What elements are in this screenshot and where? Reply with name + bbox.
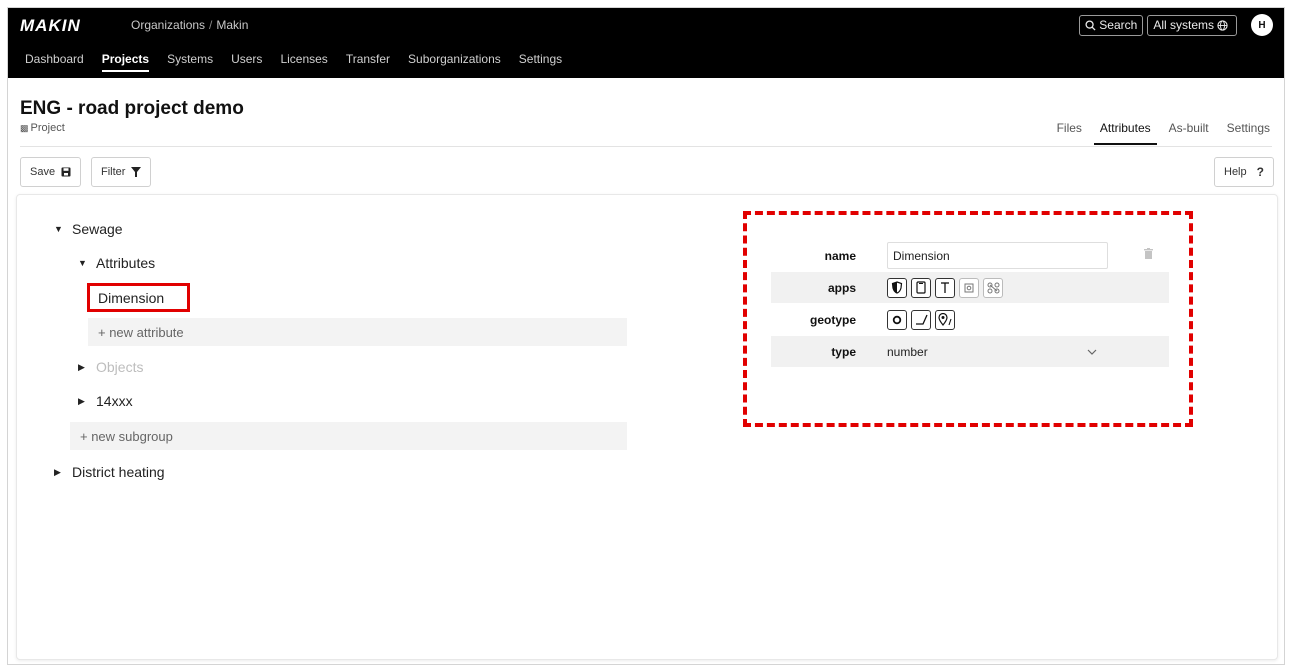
map-pin-icon bbox=[938, 313, 952, 326]
nav-licenses[interactable]: Licenses bbox=[280, 52, 327, 72]
svg-text:MAKIN: MAKIN bbox=[20, 16, 81, 34]
floppy-disk-icon bbox=[61, 167, 71, 177]
page-title: ENG - road project demo bbox=[20, 98, 244, 119]
top-bar: MAKIN Organizations / Makin Dashboard Proj… bbox=[8, 8, 1284, 78]
app-drone-toggle[interactable] bbox=[983, 277, 1003, 298]
help-label: Help bbox=[1224, 166, 1247, 178]
help-button[interactable]: Help ? bbox=[1214, 157, 1274, 187]
filter-button[interactable]: Filter bbox=[91, 157, 152, 187]
line-icon bbox=[915, 314, 928, 325]
nav-systems[interactable]: Systems bbox=[167, 52, 213, 72]
scanner-icon bbox=[964, 283, 974, 292]
question-icon: ? bbox=[1256, 165, 1264, 179]
tree-item-objects[interactable]: ▶ Objects bbox=[78, 359, 143, 375]
property-row-apps: apps bbox=[771, 272, 1169, 303]
breadcrumb-organizations[interactable]: Organizations bbox=[131, 18, 205, 32]
search-button[interactable]: Search bbox=[1079, 14, 1144, 36]
new-attribute-button[interactable]: + new attribute bbox=[88, 318, 627, 346]
name-input[interactable] bbox=[887, 242, 1108, 269]
search-icon bbox=[1085, 19, 1096, 31]
page-subtitle: ▩ Project bbox=[20, 122, 65, 134]
save-button[interactable]: Save bbox=[20, 157, 82, 187]
page-tabs: Files Attributes As-built Settings bbox=[1039, 121, 1270, 145]
nav-transfer[interactable]: Transfer bbox=[346, 52, 390, 72]
geotype-location-toggle[interactable] bbox=[935, 309, 955, 330]
tree-label-14xxx: 14xxx bbox=[96, 393, 133, 409]
app-window: MAKIN Organizations / Makin Dashboard Proj… bbox=[7, 7, 1285, 665]
nav-dashboard[interactable]: Dashboard bbox=[25, 52, 84, 72]
app-tablet-toggle[interactable] bbox=[911, 277, 931, 298]
filter-icon bbox=[131, 167, 142, 177]
save-label: Save bbox=[30, 166, 56, 178]
systems-selector[interactable]: All systems bbox=[1147, 14, 1237, 36]
caret-down-icon[interactable]: ▼ bbox=[54, 224, 63, 234]
filter-label: Filter bbox=[101, 166, 126, 178]
page-subtitle-label: Project bbox=[30, 122, 65, 134]
shield-half-icon bbox=[891, 281, 903, 294]
breadcrumb: Organizations / Makin bbox=[131, 18, 248, 32]
property-row-name: name bbox=[771, 240, 1169, 271]
nav-suborganizations[interactable]: Suborganizations bbox=[408, 52, 501, 72]
new-subgroup-label: + new subgroup bbox=[80, 428, 173, 444]
app-pole-toggle[interactable] bbox=[935, 277, 955, 298]
tree-label-district-heating: District heating bbox=[72, 464, 165, 480]
tree-item-district-heating[interactable]: ▶ District heating bbox=[54, 464, 165, 480]
makin-logo[interactable]: MAKIN bbox=[20, 16, 122, 34]
caret-right-icon[interactable]: ▶ bbox=[78, 396, 86, 407]
tree-label-objects: Objects bbox=[96, 359, 144, 375]
systems-label: All systems bbox=[1153, 18, 1214, 32]
user-avatar[interactable]: H bbox=[1251, 14, 1273, 36]
drone-icon bbox=[987, 282, 999, 293]
main-nav: Dashboard Projects Systems Users License… bbox=[25, 52, 580, 72]
apps-label: apps bbox=[827, 280, 856, 295]
tab-files[interactable]: Files bbox=[1057, 121, 1082, 145]
tree-label-attributes: Attributes bbox=[96, 255, 156, 271]
top-right-controls: Search All systems H bbox=[1079, 14, 1273, 36]
annotation-dimension-highlight bbox=[87, 283, 190, 312]
nav-projects[interactable]: Projects bbox=[101, 52, 150, 72]
geotype-line-toggle[interactable] bbox=[911, 309, 931, 330]
nav-users[interactable]: Users bbox=[231, 52, 262, 72]
project-icon: ▩ bbox=[20, 122, 29, 133]
caret-down-icon[interactable]: ▼ bbox=[78, 258, 87, 268]
tab-as-built[interactable]: As-built bbox=[1169, 121, 1209, 145]
tab-attributes[interactable]: Attributes bbox=[1093, 121, 1157, 145]
point-icon bbox=[892, 315, 902, 324]
app-shield-toggle[interactable] bbox=[887, 277, 907, 298]
nav-settings[interactable]: Settings bbox=[519, 52, 562, 72]
tree-item-attributes[interactable]: ▼ Attributes bbox=[78, 255, 155, 271]
breadcrumb-makin[interactable]: Makin bbox=[216, 18, 248, 32]
caret-right-icon[interactable]: ▶ bbox=[54, 467, 62, 478]
chevron-down-icon[interactable] bbox=[1087, 349, 1097, 355]
tree-item-sewage[interactable]: ▼ Sewage bbox=[54, 221, 123, 237]
caret-right-icon[interactable]: ▶ bbox=[78, 362, 86, 373]
tree-item-14xxx[interactable]: ▶ 14xxx bbox=[78, 393, 133, 409]
survey-pole-icon bbox=[941, 282, 949, 293]
tree-label-sewage: Sewage bbox=[72, 221, 123, 237]
new-subgroup-button[interactable]: + new subgroup bbox=[70, 422, 627, 450]
property-row-type[interactable]: type number bbox=[771, 336, 1169, 367]
globe-icon bbox=[1217, 19, 1228, 31]
trash-icon[interactable] bbox=[1144, 248, 1153, 259]
new-attribute-label: + new attribute bbox=[98, 324, 184, 340]
tablet-icon bbox=[916, 281, 926, 294]
breadcrumb-separator: / bbox=[209, 18, 213, 32]
type-label: type bbox=[831, 344, 856, 359]
name-label: name bbox=[824, 248, 856, 263]
header-divider bbox=[20, 146, 1272, 147]
geotype-label: geotype bbox=[809, 312, 856, 327]
tab-settings[interactable]: Settings bbox=[1227, 121, 1270, 145]
app-scanner-toggle[interactable] bbox=[959, 277, 979, 298]
search-label: Search bbox=[1099, 18, 1138, 32]
geotype-point-toggle[interactable] bbox=[887, 309, 907, 330]
property-row-geotype: geotype bbox=[771, 304, 1169, 335]
type-select-value[interactable]: number bbox=[887, 345, 1087, 359]
